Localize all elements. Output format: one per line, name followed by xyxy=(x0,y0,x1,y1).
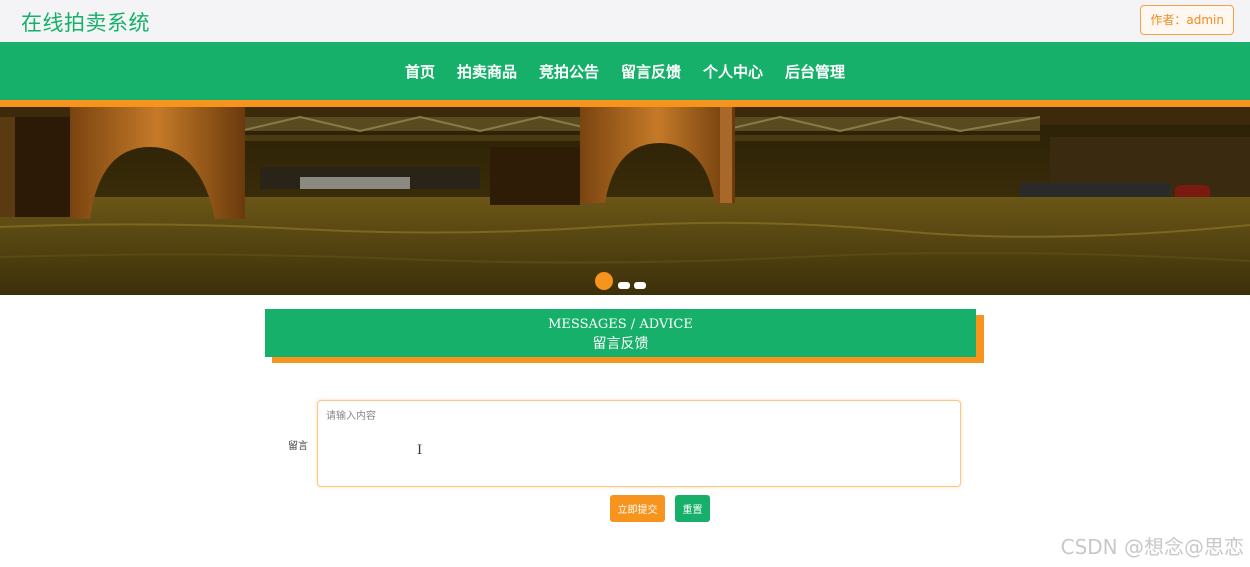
author-badge[interactable]: 作者：admin xyxy=(1140,5,1234,35)
carousel-dot-3[interactable] xyxy=(634,282,646,289)
site-title[interactable]: 在线拍卖系统 xyxy=(21,7,150,37)
section-title-cn: 留言反馈 xyxy=(592,336,649,352)
message-textarea[interactable] xyxy=(317,400,961,487)
reset-button[interactable]: 重置 xyxy=(675,495,710,522)
section-header: MESSAGES / ADVICE 留言反馈 xyxy=(265,309,976,357)
nav-item-auction-goods[interactable]: 拍卖商品 xyxy=(457,61,517,82)
nav-item-home[interactable]: 首页 xyxy=(405,61,435,82)
banner-image xyxy=(0,107,1250,295)
carousel-indicators xyxy=(0,271,1250,293)
nav-item-user-center[interactable]: 个人中心 xyxy=(703,61,763,82)
submit-button[interactable]: 立即提交 xyxy=(610,495,665,522)
text-cursor-icon: I xyxy=(417,443,423,458)
nav-item-admin[interactable]: 后台管理 xyxy=(785,61,845,82)
nav-item-feedback[interactable]: 留言反馈 xyxy=(621,61,681,82)
carousel-dot-1[interactable] xyxy=(595,272,613,290)
csdn-watermark: CSDN @想念@思恋 xyxy=(1060,535,1244,559)
banner-carousel[interactable] xyxy=(0,107,1250,295)
nav-item-bid-notice[interactable]: 竞拍公告 xyxy=(539,61,599,82)
message-label: 留言 xyxy=(288,441,308,452)
top-bar: 在线拍卖系统 作者：admin xyxy=(0,0,1250,42)
nav-accent-strip xyxy=(0,100,1250,107)
carousel-dot-2[interactable] xyxy=(618,282,630,289)
main-nav: 首页 拍卖商品 竞拍公告 留言反馈 个人中心 后台管理 xyxy=(0,42,1250,100)
section-title-en: MESSAGES / ADVICE xyxy=(548,317,693,332)
